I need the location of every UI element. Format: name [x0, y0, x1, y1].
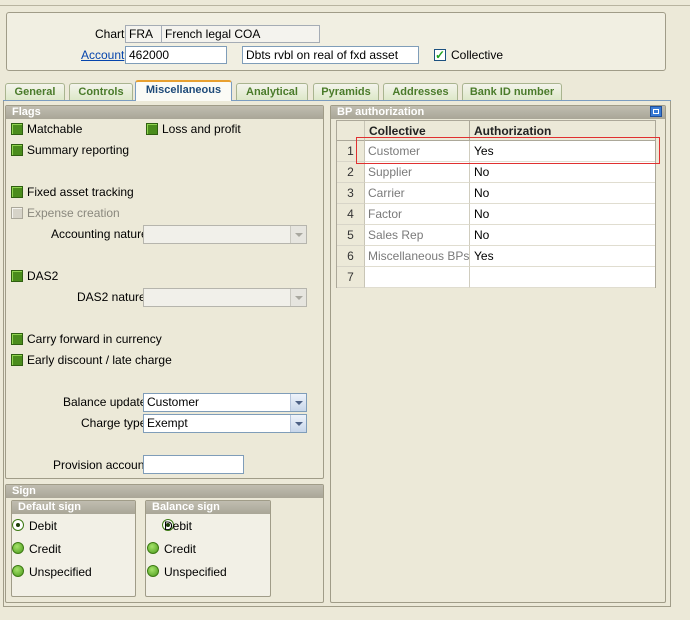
chart-code-field[interactable]: FRA [125, 25, 162, 43]
collective-label: Collective [451, 48, 504, 62]
collective-cell[interactable]: Supplier [365, 162, 470, 183]
balance-update-value: Customer [147, 395, 200, 409]
carry-forward-label: Carry forward in currency [27, 332, 162, 346]
balance-sign-unspecified-radio[interactable] [147, 565, 159, 577]
collective-checkbox[interactable]: ✓ [434, 49, 446, 61]
collective-cell[interactable]: Factor [365, 204, 470, 225]
default-sign-debit-label: Debit [29, 519, 58, 533]
account-description-field[interactable]: Dbts rvbl on real of fxd asset [242, 46, 419, 64]
expand-panel-icon[interactable] [650, 106, 662, 117]
row-number[interactable]: 2 [337, 162, 365, 183]
default-sign-unspecified-radio[interactable] [12, 565, 24, 577]
fixed-asset-tracking-checkbox[interactable] [11, 186, 23, 198]
balance-update-label: Balance update [63, 395, 147, 409]
expense-creation-checkbox[interactable] [11, 207, 23, 219]
charge-type-select[interactable]: Exempt [143, 414, 307, 433]
row-number[interactable]: 3 [337, 183, 365, 204]
expense-creation-label: Expense creation [27, 206, 120, 220]
carry-forward-checkbox[interactable] [11, 333, 23, 345]
balance-sign-unspecified-label: Unspecified [164, 565, 227, 579]
matchable-label: Matchable [27, 122, 83, 136]
authorization-cell[interactable]: No [470, 225, 655, 246]
balance-sign-credit-radio[interactable] [147, 542, 159, 554]
row-number[interactable]: 7 [337, 267, 365, 288]
default-sign-unspecified-label: Unspecified [29, 565, 92, 579]
chevron-down-icon[interactable] [290, 415, 306, 432]
tab-addresses[interactable]: Addresses [383, 83, 458, 100]
accounting-nature-select[interactable] [143, 225, 307, 244]
tab-miscellaneous[interactable]: Miscellaneous [135, 80, 232, 101]
bp-authorization-title: BP authorization [331, 106, 665, 119]
tab-controls[interactable]: Controls [69, 83, 133, 100]
collective-cell[interactable] [365, 267, 470, 288]
loss-profit-label: Loss and profit [162, 122, 241, 136]
summary-reporting-label: Summary reporting [27, 143, 130, 157]
account-link[interactable]: Account [81, 48, 124, 62]
window-top-edge [0, 0, 690, 6]
das2-checkbox[interactable] [11, 270, 23, 282]
matchable-checkbox[interactable] [11, 123, 23, 135]
tab-general[interactable]: General [5, 83, 65, 100]
authorization-cell[interactable]: No [470, 162, 655, 183]
provision-account-label: Provision account [53, 458, 148, 472]
balance-sign-debit-label: Debit [164, 519, 193, 533]
collective-cell[interactable]: Carrier [365, 183, 470, 204]
chart-name-field: French legal COA [161, 25, 320, 43]
charge-type-value: Exempt [147, 416, 188, 430]
das2-label: DAS2 [27, 269, 59, 283]
authorization-cell[interactable] [470, 267, 655, 288]
chevron-down-icon[interactable] [290, 226, 306, 243]
row-number[interactable]: 6 [337, 246, 365, 267]
summary-reporting-checkbox[interactable] [11, 144, 23, 156]
collective-cell[interactable]: Miscellaneous BPs [365, 246, 470, 267]
accounting-nature-label: Accounting nature [51, 227, 148, 241]
das2-nature-label: DAS2 nature [77, 290, 146, 304]
fixed-asset-tracking-label: Fixed asset tracking [27, 185, 134, 199]
default-sign-debit-radio[interactable] [12, 519, 24, 531]
row-number[interactable]: 5 [337, 225, 365, 246]
tab-pyramids[interactable]: Pyramids [313, 83, 379, 100]
chevron-down-icon[interactable] [290, 289, 306, 306]
selected-row-highlight [356, 137, 660, 164]
default-sign-credit-label: Credit [29, 542, 62, 556]
sign-panel-title: Sign [6, 485, 323, 498]
early-discount-label: Early discount / late charge [27, 353, 172, 367]
authorization-cell[interactable]: No [470, 204, 655, 225]
authorization-cell[interactable]: No [470, 183, 655, 204]
chevron-down-icon[interactable] [290, 394, 306, 411]
default-sign-title: Default sign [12, 501, 135, 514]
loss-profit-checkbox[interactable] [146, 123, 158, 135]
charge-type-label: Charge type [81, 416, 147, 430]
early-discount-checkbox[interactable] [11, 354, 23, 366]
tab-analytical[interactable]: Analytical [236, 83, 308, 100]
chart-label: Chart [95, 27, 125, 41]
das2-nature-select[interactable] [143, 288, 307, 307]
authorization-cell[interactable]: Yes [470, 246, 655, 267]
flags-panel-title: Flags [6, 106, 323, 119]
balance-update-select[interactable]: Customer [143, 393, 307, 412]
default-sign-credit-radio[interactable] [12, 542, 24, 554]
row-number[interactable]: 4 [337, 204, 365, 225]
tab-bank-id-number[interactable]: Bank ID number [462, 83, 562, 100]
balance-sign-title: Balance sign [146, 501, 270, 514]
account-field[interactable]: 462000 [125, 46, 227, 64]
collective-cell[interactable]: Sales Rep [365, 225, 470, 246]
check-icon: ✓ [435, 48, 446, 62]
balance-sign-credit-label: Credit [164, 542, 197, 556]
provision-account-field[interactable] [143, 455, 244, 474]
